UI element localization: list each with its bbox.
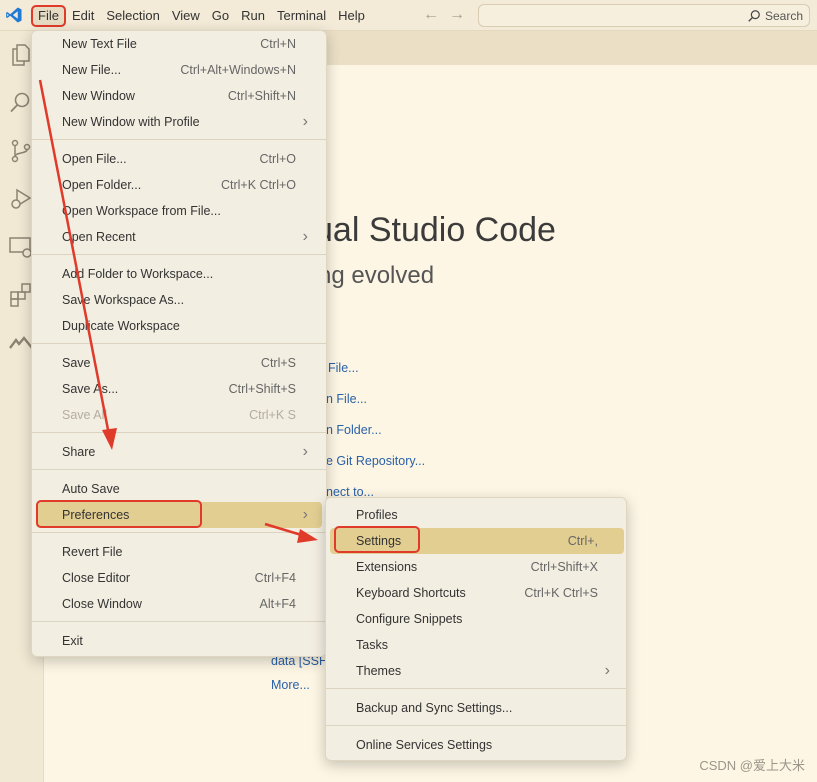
command-center-search[interactable]: Search — [478, 4, 810, 27]
preferences-submenu: Profiles Settings Ctrl+, Extensions Ctrl… — [325, 497, 627, 761]
menu-item-close-editor[interactable]: Close Editor Ctrl+F4 — [36, 565, 322, 591]
submenu-item-settings[interactable]: Settings Ctrl+, — [330, 526, 624, 554]
chevron-right-icon: › — [302, 443, 308, 460]
menu-terminal[interactable]: Terminal — [271, 5, 332, 27]
menu-item-open-file[interactable]: Open File... Ctrl+O — [36, 146, 322, 172]
menu-item-save[interactable]: Save Ctrl+S — [36, 350, 322, 376]
file-menu: New Text File Ctrl+N New File... Ctrl+Al… — [31, 30, 327, 657]
menu-separator — [32, 532, 326, 533]
chevron-right-icon: › — [604, 662, 610, 679]
menu-item-new-text-file[interactable]: New Text File Ctrl+N — [36, 31, 322, 57]
menu-separator — [32, 432, 326, 433]
menu-item-open-workspace-from-file[interactable]: Open Workspace from File... — [36, 198, 322, 224]
watermark: CSDN @爱上大米 — [699, 758, 805, 773]
menu-item-save-as[interactable]: Save As... Ctrl+Shift+S — [36, 376, 322, 402]
vscode-logo-icon — [6, 7, 22, 23]
start-link-open-folder[interactable]: n Folder... — [326, 423, 382, 437]
chevron-right-icon: › — [302, 228, 308, 245]
menu-separator — [32, 621, 326, 622]
submenu-item-online-services-settings[interactable]: Online Services Settings — [330, 732, 624, 758]
menu-item-save-all: Save All Ctrl+K S — [62, 408, 296, 422]
menu-separator — [326, 688, 626, 689]
submenu-item-themes[interactable]: Themes › — [330, 658, 624, 684]
submenu-item-keyboard-shortcuts[interactable]: Keyboard Shortcuts Ctrl+K Ctrl+S — [330, 580, 624, 606]
menu-item-auto-save[interactable]: Auto Save — [36, 476, 322, 502]
back-arrow-icon[interactable]: ← — [420, 5, 442, 25]
menu-item-exit[interactable]: Exit — [36, 628, 322, 654]
navigation-arrows: ← → — [420, 5, 468, 25]
menu-item-close-window[interactable]: Close Window Alt+F4 — [36, 591, 322, 617]
menu-help[interactable]: Help — [332, 5, 371, 27]
menu-separator — [326, 725, 626, 726]
recent-more-link[interactable]: More... — [271, 678, 310, 692]
menu-separator — [32, 254, 326, 255]
submenu-item-configure-snippets[interactable]: Configure Snippets — [330, 606, 624, 632]
menu-edit[interactable]: Edit — [66, 5, 100, 27]
forward-arrow-icon[interactable]: → — [446, 5, 468, 25]
menu-item-share[interactable]: Share › — [36, 439, 322, 465]
search-icon — [748, 10, 760, 22]
chevron-right-icon: › — [302, 113, 308, 130]
menu-item-open-recent[interactable]: Open Recent › — [36, 224, 322, 250]
menu-item-save-workspace-as[interactable]: Save Workspace As... — [36, 287, 322, 313]
search-label: Search — [765, 9, 804, 23]
submenu-item-tasks[interactable]: Tasks — [330, 632, 624, 658]
menu-item-new-window[interactable]: New Window Ctrl+Shift+N — [36, 83, 322, 109]
submenu-item-backup-sync-settings[interactable]: Backup and Sync Settings... — [330, 695, 624, 721]
menu-separator — [32, 139, 326, 140]
menu-separator — [32, 469, 326, 470]
menu-item-new-window-with-profile[interactable]: New Window with Profile › — [36, 109, 322, 135]
menu-go[interactable]: Go — [206, 5, 235, 27]
start-link-clone-git[interactable]: e Git Repository... — [326, 454, 425, 468]
menu-run[interactable]: Run — [235, 5, 271, 27]
menu-item-preferences[interactable]: Preferences › — [36, 500, 322, 528]
menu-view[interactable]: View — [166, 5, 206, 27]
menu-file[interactable]: File — [31, 4, 66, 27]
menu-item-duplicate-workspace[interactable]: Duplicate Workspace — [36, 313, 322, 339]
menu-selection[interactable]: Selection — [100, 5, 165, 27]
start-link-new-file[interactable]: File... — [328, 361, 359, 375]
menu-separator — [32, 343, 326, 344]
welcome-subtitle: ng evolved — [318, 262, 435, 289]
submenu-item-extensions[interactable]: Extensions Ctrl+Shift+X — [330, 554, 624, 580]
menu-item-new-file[interactable]: New File... Ctrl+Alt+Windows+N — [36, 57, 322, 83]
menu-item-add-folder-to-workspace[interactable]: Add Folder to Workspace... — [36, 261, 322, 287]
welcome-title: ual Studio Code — [314, 211, 556, 249]
chevron-right-icon: › — [302, 506, 308, 523]
menu-item-revert-file[interactable]: Revert File — [36, 539, 322, 565]
title-bar: File Edit Selection View Go Run Terminal… — [0, 0, 817, 31]
submenu-item-profiles[interactable]: Profiles — [330, 502, 624, 528]
start-link-open-file[interactable]: n File... — [326, 392, 367, 406]
menu-bar: File Edit Selection View Go Run Terminal… — [31, 0, 371, 31]
menu-item-open-folder[interactable]: Open Folder... Ctrl+K Ctrl+O — [36, 172, 322, 198]
